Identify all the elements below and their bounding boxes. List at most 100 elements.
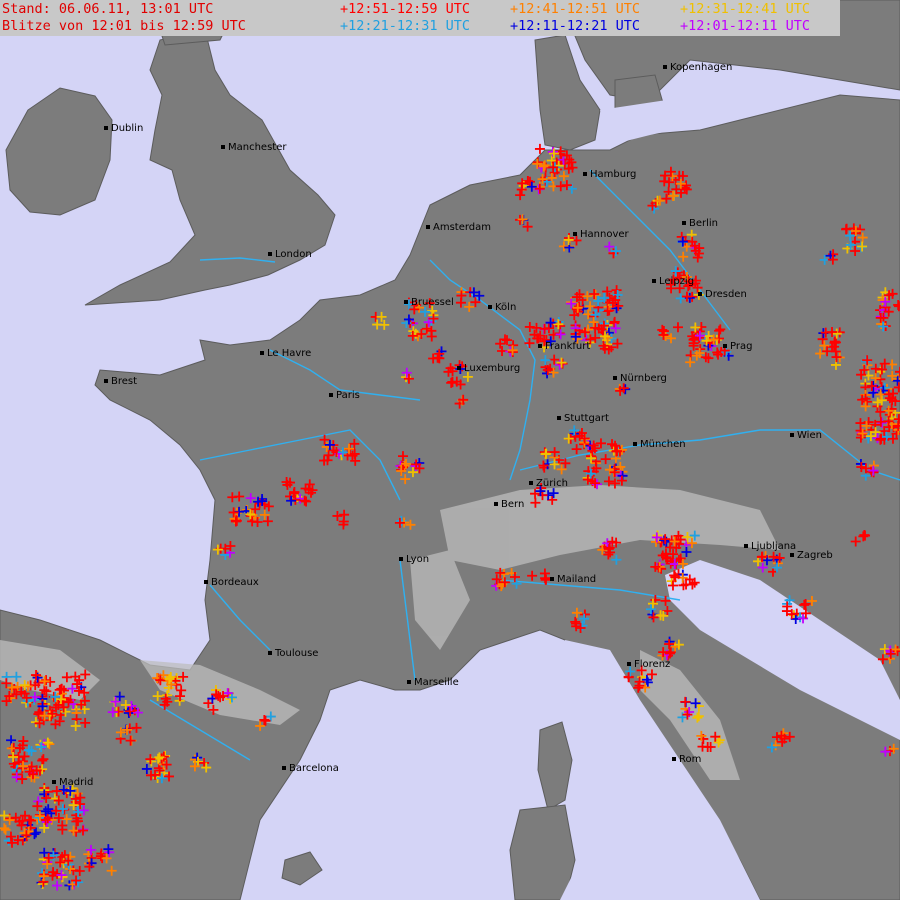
city-berlin: Berlin	[682, 218, 718, 229]
legend-entry-1: +12:51-12:59 UTC	[340, 1, 471, 17]
city-zagreb: Zagreb	[790, 550, 833, 561]
city-hamburg: Hamburg	[583, 169, 636, 180]
city-label: Bern	[501, 499, 525, 510]
city-label: Kopenhagen	[670, 62, 733, 73]
city-marker	[494, 502, 498, 506]
city-kopenhagen: Kopenhagen	[663, 62, 732, 73]
city-label: Brest	[111, 376, 138, 387]
city-label: Leipzig	[659, 276, 695, 287]
city-bern: Bern	[494, 499, 524, 510]
legend-entry-6: +12:01-12:11 UTC	[680, 18, 811, 34]
blitze-range: Blitze von 12:01 bis 12:59 UTC	[2, 18, 246, 34]
city-marker	[790, 433, 794, 437]
city-nuernberg: Nürnberg	[613, 373, 667, 384]
city-label: Marseille	[414, 677, 459, 688]
city-label: Bordeaux	[211, 577, 259, 588]
city-muenchen: München	[633, 439, 686, 450]
city-wien: Wien	[790, 430, 822, 441]
city-marker	[573, 232, 577, 236]
city-label: Rom	[679, 754, 702, 765]
city-marker	[407, 680, 411, 684]
city-madrid: Madrid	[52, 777, 93, 788]
city-mailand: Mailand	[550, 574, 596, 585]
city-dublin: Dublin	[104, 123, 143, 134]
city-hannover: Hannover	[573, 229, 629, 240]
city-koeln: Köln	[488, 302, 516, 313]
city-label: Manchester	[228, 142, 287, 153]
legend-entry-3: +12:31-12:41 UTC	[680, 1, 811, 17]
city-dresden: Dresden	[698, 289, 747, 300]
city-label: Paris	[336, 390, 360, 401]
city-label: Barcelona	[289, 763, 339, 774]
city-marker	[221, 145, 225, 149]
city-label: München	[640, 439, 686, 450]
land-sardinia	[509, 804, 576, 900]
city-marker	[550, 577, 554, 581]
city-label: Florenz	[634, 659, 671, 670]
city-le-havre: Le Havre	[260, 348, 311, 359]
city-rom: Rom	[672, 754, 701, 765]
city-marker	[790, 553, 794, 557]
city-marker	[104, 126, 108, 130]
lightning-map	[0, 0, 900, 900]
city-label: Dresden	[705, 289, 747, 300]
city-marker	[723, 344, 727, 348]
city-marker	[282, 766, 286, 770]
city-marker	[488, 305, 492, 309]
city-manchester: Manchester	[221, 142, 286, 153]
city-luxemburg: Luxemburg	[457, 363, 520, 374]
city-label: Bruessel	[411, 297, 454, 308]
city-marker	[260, 351, 264, 355]
city-label: Amsterdam	[433, 222, 492, 233]
city-marker	[744, 544, 748, 548]
city-marker	[652, 279, 656, 283]
city-marker	[399, 557, 403, 561]
legend-entry-4: +12:21-12:31 UTC	[340, 18, 471, 34]
city-label: Zürich	[536, 478, 568, 489]
city-marker	[426, 225, 430, 229]
city-label: Le Havre	[267, 348, 312, 359]
city-prag: Prag	[723, 341, 752, 352]
city-marker	[698, 292, 702, 296]
city-marker	[204, 580, 208, 584]
city-marker	[268, 651, 272, 655]
city-paris: Paris	[329, 390, 360, 401]
city-lyon: Lyon	[399, 554, 429, 565]
city-ljubljana: Ljubljana	[744, 541, 796, 552]
city-label: Dublin	[111, 123, 144, 134]
city-label: Nürnberg	[620, 373, 667, 384]
city-barcelona: Barcelona	[282, 763, 339, 774]
city-marker	[633, 442, 637, 446]
city-marker	[104, 379, 108, 383]
city-london: London	[268, 249, 312, 260]
city-label: London	[275, 249, 312, 260]
legend-panel: Stand: 06.06.11, 13:01 UTC Blitze von 12…	[0, 0, 840, 36]
city-marker	[557, 416, 561, 420]
city-marseille: Marseille	[407, 677, 459, 688]
city-amsterdam: Amsterdam	[426, 222, 491, 233]
city-marker	[583, 172, 587, 176]
city-marker	[682, 221, 686, 225]
city-marker	[404, 300, 408, 304]
city-stuttgart: Stuttgart	[557, 413, 609, 424]
city-zuerich: Zürich	[529, 478, 568, 489]
city-florenz: Florenz	[627, 659, 670, 670]
city-marker	[672, 757, 676, 761]
city-label: Zagreb	[797, 550, 833, 561]
stand-timestamp: Stand: 06.06.11, 13:01 UTC	[2, 1, 214, 17]
city-marker	[329, 393, 333, 397]
city-label: Wien	[797, 430, 822, 441]
city-toulouse: Toulouse	[268, 648, 318, 659]
city-marker	[627, 662, 631, 666]
city-marker	[268, 252, 272, 256]
city-label: Madrid	[59, 777, 94, 788]
city-label: Hannover	[580, 229, 629, 240]
city-label: Frankfurt	[545, 341, 591, 352]
city-frankfurt: Frankfurt	[538, 341, 590, 352]
city-marker	[52, 780, 56, 784]
city-label: Lyon	[406, 554, 430, 565]
city-marker	[663, 65, 667, 69]
city-label: Köln	[495, 302, 517, 313]
city-label: Toulouse	[275, 648, 319, 659]
city-marker	[529, 481, 533, 485]
